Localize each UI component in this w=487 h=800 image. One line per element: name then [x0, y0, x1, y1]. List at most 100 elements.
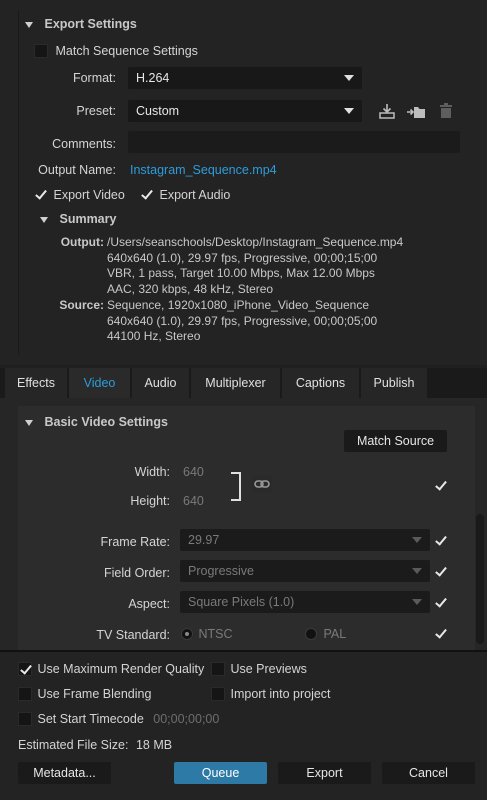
checkmark-icon [434, 596, 448, 610]
scrollbar-thumb[interactable] [476, 514, 484, 644]
export-audio-checkbox[interactable] [140, 188, 154, 202]
preset-label: Preset: [76, 104, 116, 118]
save-preset-icon[interactable] [378, 102, 396, 120]
comments-label: Comments: [52, 137, 116, 151]
frame-blending-checkbox[interactable] [18, 686, 32, 701]
tv-standard-label: TV Standard: [96, 628, 170, 642]
export-settings-title: Export Settings [44, 17, 137, 31]
output-name-link[interactable]: Instagram_Sequence.mp4 [130, 163, 277, 177]
use-previews-row[interactable]: Use Previews [211, 661, 307, 676]
delete-preset-icon[interactable] [438, 102, 454, 120]
width-label: Width: [134, 465, 170, 479]
collapse-triangle-icon[interactable] [25, 419, 33, 426]
field-order-dropdown[interactable]: Progressive [180, 560, 430, 582]
comments-field[interactable] [128, 131, 460, 153]
start-timecode-label: Set Start Timecode [37, 711, 144, 726]
export-video-label: Export Video [53, 187, 125, 202]
pal-option[interactable]: PAL [305, 626, 346, 641]
export-video-row[interactable]: Export Video [34, 187, 125, 202]
frame-rate-dropdown[interactable]: 29.97 [180, 529, 430, 551]
collapse-triangle-icon[interactable] [40, 216, 48, 223]
use-previews-checkbox[interactable] [211, 661, 225, 676]
format-value: H.264 [136, 71, 170, 85]
frame-rate-checkbox[interactable] [434, 533, 448, 548]
ntsc-option[interactable]: NTSC [181, 626, 233, 641]
export-settings-panel: Export Settings Match Sequence Settings … [0, 0, 487, 365]
start-timecode-checkbox[interactable] [18, 711, 32, 726]
tab-multiplexer[interactable]: Multiplexer [191, 368, 280, 398]
format-dropdown[interactable]: H.264 [128, 67, 362, 89]
frame-blending-row[interactable]: Use Frame Blending [18, 686, 151, 701]
field-order-checkbox[interactable] [434, 564, 448, 579]
metadata-button[interactable]: Metadata... [18, 762, 111, 784]
tab-captions[interactable]: Captions [282, 368, 359, 398]
chevron-down-icon [344, 75, 354, 81]
format-label: Format: [72, 71, 116, 85]
checkmark-icon [434, 479, 448, 493]
height-label: Height: [130, 494, 170, 508]
start-timecode-value[interactable]: 00;00;00;00 [153, 712, 219, 726]
aspect-value: Square Pixels (1.0) [188, 595, 295, 609]
summary-title: Summary [59, 212, 117, 226]
ntsc-radio[interactable] [181, 627, 193, 640]
export-audio-row[interactable]: Export Audio [140, 187, 230, 202]
chevron-down-icon [412, 537, 422, 543]
tab-video[interactable]: Video [69, 368, 130, 398]
match-source-button[interactable]: Match Source [344, 430, 447, 452]
aspect-checkbox[interactable] [434, 595, 448, 610]
summary-output-text: /Users/seanschools/Desktop/Instagram_Seq… [107, 235, 404, 296]
export-video-checkbox[interactable] [34, 188, 48, 202]
import-preset-icon[interactable] [406, 102, 426, 120]
export-settings-header[interactable]: Export Settings [25, 17, 137, 31]
pal-label: PAL [323, 626, 347, 641]
preset-value: Custom [136, 104, 180, 118]
field-order-label: Field Order: [104, 566, 170, 580]
width-value[interactable]: 640 [183, 465, 204, 479]
checkmark-icon [434, 565, 448, 579]
max-render-quality-checkbox[interactable] [18, 661, 32, 676]
estimated-file-size-label: Estimated File Size: [18, 738, 129, 752]
tab-effects[interactable]: Effects [5, 368, 67, 398]
basic-video-header[interactable]: Basic Video Settings [25, 415, 168, 429]
chevron-down-icon [412, 568, 422, 574]
match-sequence-checkbox[interactable] [34, 43, 48, 58]
queue-button[interactable]: Queue [174, 762, 267, 784]
estimated-file-size: Estimated File Size: 18 MB [18, 738, 172, 752]
match-sequence-row[interactable]: Match Sequence Settings [34, 43, 198, 58]
chevron-down-icon [344, 108, 354, 114]
import-project-checkbox[interactable] [211, 686, 225, 701]
import-project-label: Import into project [230, 686, 331, 701]
export-audio-label: Export Audio [159, 187, 231, 202]
import-project-row[interactable]: Import into project [211, 686, 331, 701]
match-sequence-label: Match Sequence Settings [55, 43, 198, 58]
summary-source-label: Source: [59, 298, 104, 312]
cancel-button[interactable]: Cancel [382, 762, 475, 784]
basic-video-title: Basic Video Settings [44, 415, 168, 429]
aspect-dropdown[interactable]: Square Pixels (1.0) [180, 591, 430, 613]
frame-rate-label: Frame Rate: [100, 535, 170, 549]
checkmark-icon [434, 627, 448, 641]
height-value[interactable]: 640 [183, 494, 204, 508]
tv-standard-checkbox[interactable] [434, 626, 448, 641]
tab-audio[interactable]: Audio [132, 368, 189, 398]
chain-link-icon[interactable] [252, 475, 272, 493]
summary-output-label: Output: [60, 235, 104, 249]
estimated-file-size-value: 18 MB [135, 738, 173, 752]
tab-publish[interactable]: Publish [361, 368, 427, 398]
settings-tab-bar: Effects Video Audio Multiplexer Captions… [0, 368, 487, 398]
use-previews-label: Use Previews [230, 661, 307, 676]
checkmark-icon [434, 534, 448, 548]
frame-blending-label: Use Frame Blending [37, 686, 152, 701]
ntsc-label: NTSC [198, 626, 233, 641]
collapse-triangle-icon[interactable] [25, 21, 33, 28]
export-button[interactable]: Export [278, 762, 371, 784]
summary-header[interactable]: Summary [40, 212, 116, 226]
dimensions-checkbox[interactable] [434, 478, 448, 493]
chevron-down-icon [412, 599, 422, 605]
pal-radio[interactable] [305, 627, 317, 640]
max-render-quality-label: Use Maximum Render Quality [37, 661, 205, 676]
video-panel-scrollbar[interactable] [475, 398, 485, 650]
max-render-quality-row[interactable]: Use Maximum Render Quality [18, 661, 204, 676]
start-timecode-row[interactable]: Set Start Timecode 00;00;00;00 [18, 711, 219, 726]
preset-dropdown[interactable]: Custom [128, 100, 362, 122]
